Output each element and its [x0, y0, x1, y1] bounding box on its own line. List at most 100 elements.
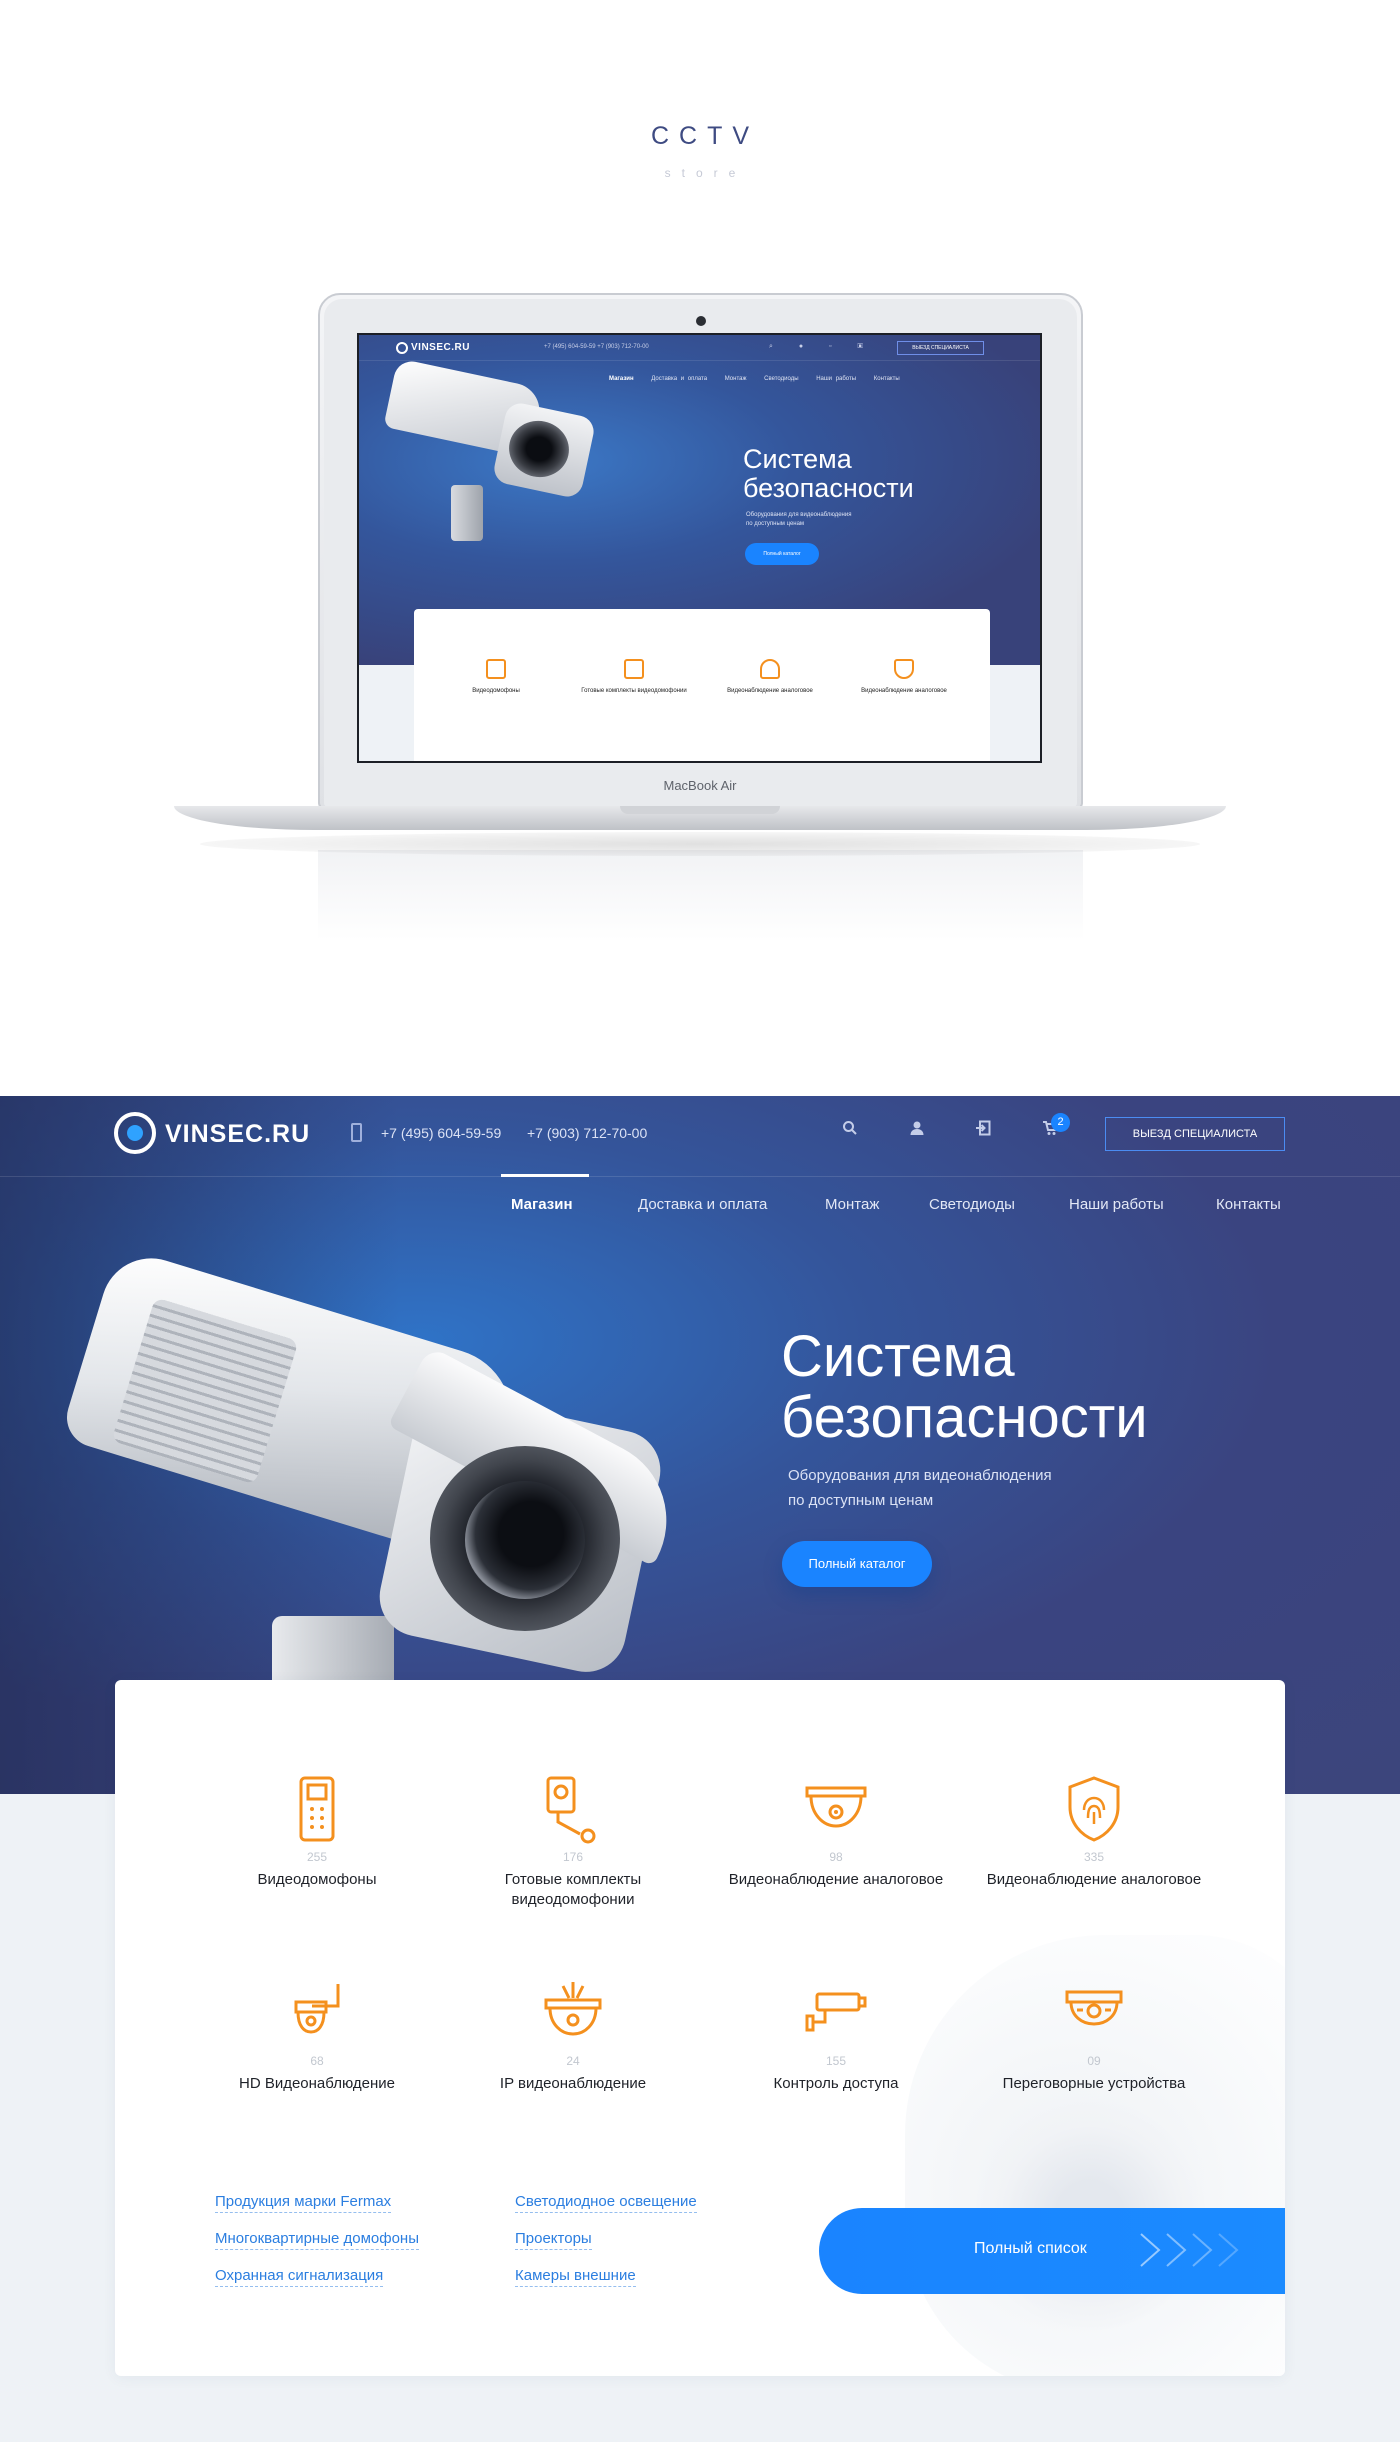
mini-category[interactable]: Видеодомофоны: [436, 659, 556, 695]
category-item[interactable]: 24 IP видеонаблюдение: [463, 1978, 683, 2094]
mini-header-icons[interactable]: ⌕ ● ▫ ▣: [769, 343, 863, 351]
category-label: HD Видеонаблюдение: [239, 2075, 395, 2092]
category-count: 68: [310, 2054, 324, 2068]
hero-title-line: безопасности: [781, 1385, 1148, 1450]
specialist-button[interactable]: ВЫЕЗД СПЕЦИАЛИСТА: [1105, 1117, 1285, 1151]
mini-header: VINSEC.RU +7 (495) 604-59-59 +7 (903) 71…: [359, 335, 1040, 361]
phone-icon: [351, 1123, 362, 1142]
nav-item-leds[interactable]: Светодиоды: [929, 1196, 1015, 1213]
mini-hero-sub-line: Оборудования для видеонаблюдения: [746, 512, 852, 518]
nav-item-delivery[interactable]: Доставка и оплата: [638, 1196, 767, 1213]
category-count: 155: [825, 2054, 847, 2068]
access-control-icon: [805, 1992, 867, 2032]
laptop-notch: [620, 806, 780, 814]
logo[interactable]: VINSEC.RU: [165, 1120, 310, 1149]
intercom-icon: [299, 1776, 335, 1842]
mini-nav: Магазин Доставка и оплата Монтаж Светоди…: [609, 376, 914, 382]
category-label: Видеодомофоны: [257, 1871, 377, 1888]
site-design: VINSEC.RU +7 (495) 604-59-59 +7 (903) 71…: [0, 1096, 1400, 2442]
user-icon[interactable]: [906, 1120, 928, 1142]
link-outdoor-cameras[interactable]: Камеры внешние: [515, 2266, 636, 2287]
mini-nav-item[interactable]: Наши работы: [816, 376, 856, 382]
nav-item-works[interactable]: Наши работы: [1069, 1196, 1164, 1213]
mini-category-label: Видеонаблюдение аналоговое: [727, 688, 813, 694]
logo-icon[interactable]: [114, 1112, 156, 1154]
fingerprint-shield-icon: [1068, 1776, 1120, 1842]
nav-active-indicator: [501, 1174, 589, 1177]
category-item[interactable]: 335 Видеонаблюдение аналоговое: [984, 1774, 1204, 1890]
mini-hero-title-line: безопасности: [743, 473, 914, 503]
dome-camera-icon: [805, 1786, 867, 1828]
webcam-dot: [696, 316, 706, 326]
mini-phones[interactable]: +7 (495) 604-59-59 +7 (903) 712-70-00: [544, 344, 649, 350]
mini-nav-item[interactable]: Монтаж: [725, 376, 747, 382]
category-count: 335: [1083, 1850, 1105, 1864]
category-count: 24: [566, 2054, 580, 2068]
hero-subtitle-line: по доступным ценам: [788, 1492, 934, 1509]
hero-subtitle-line: Оборудования для видеонаблюдения: [788, 1467, 1052, 1484]
link-projectors[interactable]: Проекторы: [515, 2229, 592, 2250]
mini-nav-item[interactable]: Контакты: [874, 376, 900, 382]
category-label: Переговорные устройства: [1002, 2075, 1186, 2092]
mini-logo[interactable]: VINSEC.RU: [411, 342, 470, 353]
laptop-screen: VINSEC.RU +7 (495) 604-59-59 +7 (903) 71…: [357, 333, 1042, 763]
mini-category[interactable]: Видеонаблюдение аналоговое: [844, 659, 964, 695]
mini-nav-item[interactable]: Светодиоды: [764, 376, 798, 382]
link-fermax[interactable]: Продукция марки Fermax: [215, 2192, 392, 2213]
category-label: Видеонаблюдение аналоговое: [986, 1871, 1202, 1888]
mini-category-label: Готовые комплекты видеодомофонии: [581, 688, 687, 694]
link-alarm[interactable]: Охранная сигнализация: [215, 2266, 384, 2287]
link-apartment-intercoms[interactable]: Многоквартирные домофоны: [215, 2229, 419, 2250]
presentation-section: CCTV store VINSEC.RU +7 (495) 604-59-59 …: [0, 0, 1400, 1096]
hero-subtitle: Оборудования для видеонаблюдения по дост…: [788, 1463, 1052, 1513]
fingerprint-shield-icon: [894, 659, 914, 679]
mini-hero-title: Система безопасности: [743, 445, 914, 503]
phone-number-2[interactable]: +7 (903) 712-70-00: [527, 1125, 647, 1141]
mini-logo-icon: [396, 342, 408, 354]
mini-nav-item[interactable]: Доставка и оплата: [651, 376, 707, 382]
login-icon[interactable]: [972, 1120, 994, 1142]
laptop-reflection: [318, 850, 1083, 940]
mini-hero-sub-line: по доступным ценам: [746, 521, 805, 527]
category-count: 09: [1087, 2054, 1101, 2068]
category-label: Готовые комплекты видеодомофонии: [504, 1871, 642, 1908]
category-count: 255: [306, 1850, 328, 1864]
category-count: 98: [829, 1850, 843, 1864]
full-list-button[interactable]: Полный список: [819, 2208, 1285, 2294]
cart-count-badge: 2: [1051, 1113, 1070, 1132]
phone-number-1[interactable]: +7 (495) 604-59-59: [381, 1125, 501, 1141]
hero-title-line: Система: [781, 1324, 1015, 1389]
category-label: Видеонаблюдение аналоговое: [728, 1871, 944, 1888]
mini-catalog-button[interactable]: Полный каталог: [745, 543, 819, 565]
full-list-label: Полный список: [974, 2240, 1087, 2257]
mini-category-card: Видеодомофоны Готовые комплекты видеодом…: [414, 609, 990, 761]
links-column-2: Светодиодное освещение Проекторы Камеры …: [515, 2192, 697, 2303]
nav-item-installation[interactable]: Монтаж: [825, 1196, 879, 1213]
mini-category[interactable]: Видеонаблюдение аналоговое: [710, 659, 830, 695]
links-column-1: Продукция марки Fermax Многоквартирные д…: [215, 2192, 419, 2303]
mini-category-label: Видеонаблюдение аналоговое: [861, 688, 947, 694]
category-count: 176: [562, 1850, 584, 1864]
mini-nav-item[interactable]: Магазин: [609, 376, 634, 382]
category-item[interactable]: 09 Переговорные устройства: [984, 1978, 1204, 2094]
search-icon[interactable]: [839, 1120, 861, 1142]
nav-item-shop[interactable]: Магазин: [511, 1196, 573, 1213]
category-item[interactable]: 155 Контроль доступа: [726, 1978, 946, 2094]
dome-camera-icon: [760, 659, 780, 679]
mini-category[interactable]: Готовые комплекты видеодомофонии: [574, 659, 694, 695]
category-item[interactable]: 98 Видеонаблюдение аналоговое: [726, 1774, 946, 1890]
header-divider: [0, 1176, 1400, 1177]
category-item[interactable]: 68 HD Видеонаблюдение: [207, 1978, 427, 2094]
brand-subtitle: store: [664, 166, 747, 180]
intercom-icon: [486, 659, 506, 679]
category-item[interactable]: 255 Видеодомофоны: [207, 1774, 427, 1890]
intercom-device-icon: [1065, 1990, 1123, 2026]
nav-item-contacts[interactable]: Контакты: [1216, 1196, 1281, 1213]
category-label: IP видеонаблюдение: [499, 2075, 647, 2092]
link-led-lighting[interactable]: Светодиодное освещение: [515, 2192, 697, 2213]
catalog-button[interactable]: Полный каталог: [782, 1541, 932, 1587]
camera-lens: [465, 1481, 585, 1599]
category-item[interactable]: 176 Готовые комплекты видеодомофонии: [463, 1774, 683, 1910]
laptop-shadow: [200, 832, 1200, 856]
mini-specialist-button[interactable]: ВЫЕЗД СПЕЦИАЛИСТА: [897, 341, 984, 355]
